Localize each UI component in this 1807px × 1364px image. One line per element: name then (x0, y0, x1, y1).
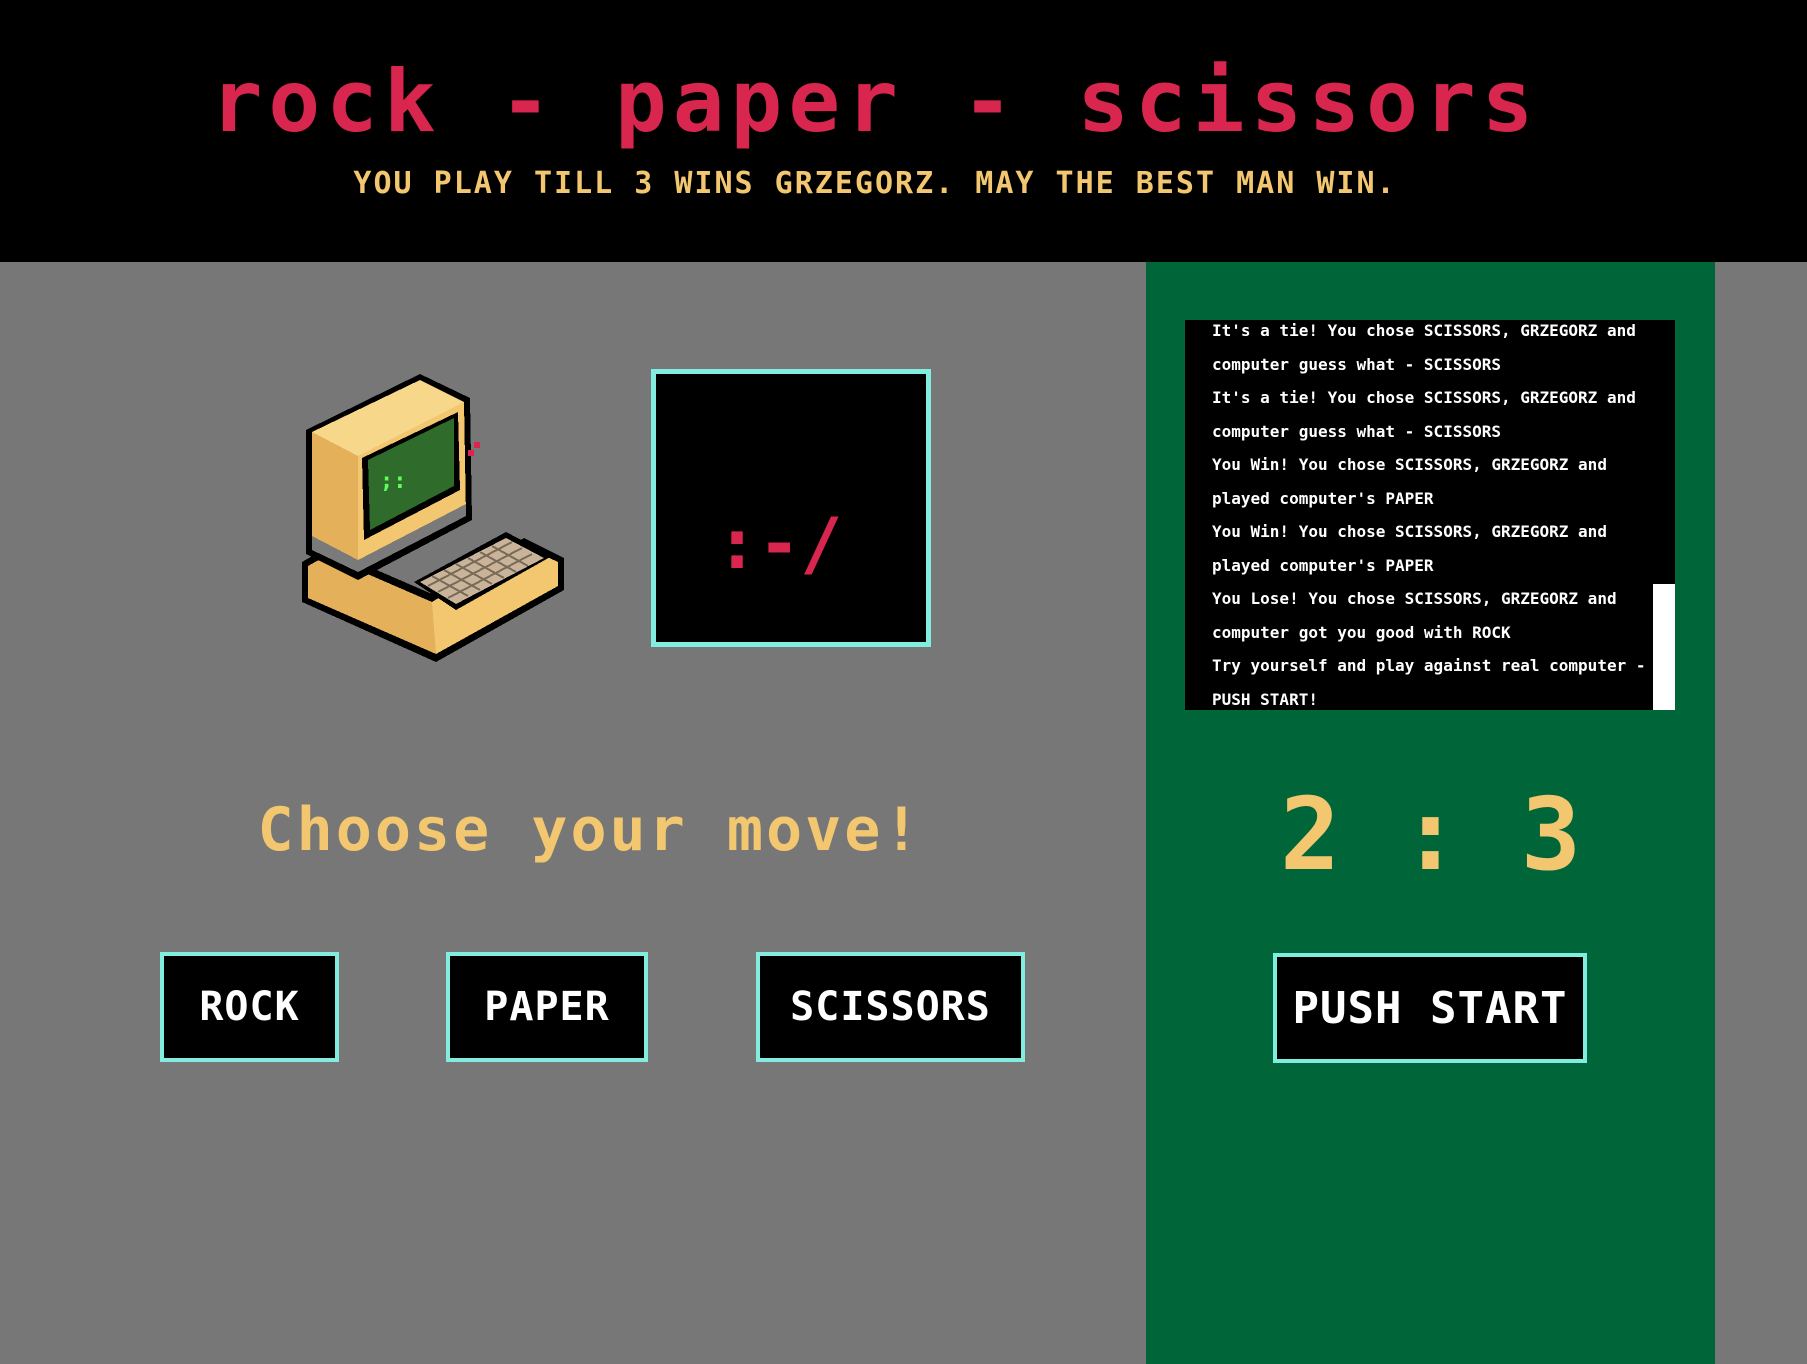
game-log[interactable]: It's a tie! You chose SCISSORS, GRZEGORZ… (1185, 320, 1675, 710)
log-line: computer guess what - SCISSORS (1212, 354, 1501, 374)
page-title: rock - paper - scissors (210, 52, 1540, 152)
computer-face: :-/ (716, 503, 843, 585)
push-start-button[interactable]: PUSH START (1273, 953, 1587, 1063)
log-scrollbar[interactable] (1653, 584, 1675, 710)
log-line: You Lose! You chose SCISSORS, GRZEGORZ a… (1212, 589, 1617, 608)
computer-icon: ;: (302, 374, 564, 662)
svg-text:;:: ;: (380, 469, 407, 494)
player-score: 2 (1279, 776, 1341, 893)
log-line: It's a tie! You chose SCISSORS, GRZEGORZ… (1212, 388, 1636, 407)
log-line: played computer's PAPER (1212, 555, 1434, 575)
choose-prompt: Choose your move! (257, 795, 923, 865)
page-subtitle: YOU PLAY TILL 3 WINS GRZEGORZ. MAY THE B… (353, 166, 1397, 201)
computer-face-display: :-/ (651, 369, 931, 647)
log-line: You Win! You chose SCISSORS, GRZEGORZ an… (1212, 455, 1607, 474)
header: rock - paper - scissors YOU PLAY TILL 3 … (0, 0, 1807, 262)
log-line: Try yourself and play against real compu… (1212, 656, 1646, 675)
scissors-button[interactable]: SCISSORS (756, 952, 1025, 1062)
score-separator: : (1400, 776, 1461, 893)
log-line: It's a tie! You chose SCISSORS, GRZEGORZ… (1212, 321, 1636, 340)
log-line: computer got you good with ROCK (1212, 622, 1511, 642)
paper-button[interactable]: PAPER (446, 952, 648, 1062)
rock-button[interactable]: ROCK (160, 952, 339, 1062)
scoreboard: 2 : 3 (1146, 775, 1715, 895)
game-log-lines: It's a tie! You chose SCISSORS, GRZEGORZ… (1212, 320, 1652, 710)
log-line: computer guess what - SCISSORS (1212, 421, 1501, 441)
log-line: played computer's PAPER (1212, 488, 1434, 508)
log-line: You Win! You chose SCISSORS, GRZEGORZ an… (1212, 522, 1607, 541)
log-line: PUSH START! (1212, 689, 1318, 709)
computer-score: 3 (1520, 776, 1582, 893)
